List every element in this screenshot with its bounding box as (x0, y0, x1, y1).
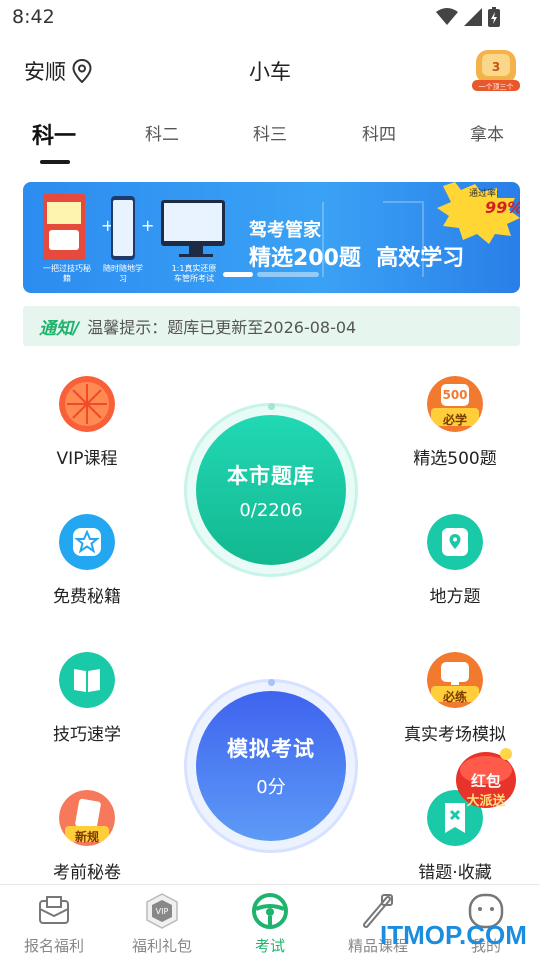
banner-caption-1: 一把过技巧秘籍 (43, 264, 91, 283)
notice-bar[interactable]: 通知/ 温馨提示：题库已更新至2026-08-04 (23, 306, 520, 346)
tab-subject-4[interactable]: 科四 (362, 120, 396, 145)
vip-grapefruit-icon (59, 376, 115, 432)
location-pin-icon (72, 59, 92, 83)
pre-exam-item[interactable]: 新规 考前秘卷 (17, 790, 157, 883)
star-icon (59, 514, 115, 570)
tab-subject-3[interactable]: 科三 (253, 120, 287, 145)
map-pin-icon (427, 514, 483, 570)
wifi-icon (436, 8, 458, 25)
subject-tabs: 科一 科二 科三 科四 拿本 (0, 112, 540, 168)
site-watermark: ITMOP.COM (380, 920, 527, 950)
pass-rate-value: 99% (485, 198, 520, 217)
city-bank-button[interactable]: 本市题库 0/2206 (184, 403, 358, 577)
status-bar: 8:42 (0, 0, 540, 36)
selected-500-item[interactable]: 500 必学 精选500题 (385, 376, 525, 469)
svg-text:+: + (141, 216, 154, 235)
red-packet-float[interactable]: 红包 大派送 (450, 740, 522, 812)
tab-subject-2[interactable]: 科二 (145, 120, 179, 145)
header: 安顺 小车 3 一个顶三个 (0, 44, 540, 94)
vip-course-label: VIP课程 (56, 449, 118, 469)
city-bank-progress: 0/2206 (239, 499, 303, 521)
real-exam-sim-item[interactable]: 必练 真实考场模拟 (385, 652, 525, 745)
nav-exam-label: 考试 (254, 937, 285, 955)
svg-text:VIP: VIP (156, 907, 169, 916)
nav-gift-pack[interactable]: VIP 福利礼包 (108, 891, 216, 956)
errors-favorites-label: 错题·收藏 (418, 863, 492, 883)
car-type-selector[interactable]: 小车 (249, 60, 291, 84)
active-tab-indicator (40, 160, 70, 164)
signal-icon (464, 8, 482, 26)
badge-500: 500 (442, 388, 468, 402)
promo-banner[interactable]: + + 一把过技巧秘籍 随时随地学习 1:1真实还原车管所考试 驾考管家 精选2… (23, 182, 520, 293)
pre-exam-label: 考前秘卷 (53, 863, 121, 883)
banner-caption-2: 随时随地学习 (103, 264, 143, 283)
local-questions-item[interactable]: 地方题 (385, 514, 525, 607)
tab-subject-1[interactable]: 科一 (32, 118, 76, 150)
badge-must-learn: 必学 (442, 413, 467, 427)
steering-wheel-icon (252, 893, 288, 929)
mock-exam-button[interactable]: 模拟考试 0分 (184, 679, 358, 853)
tips-learning-item[interactable]: 技巧速学 (17, 652, 157, 745)
free-secrets-item[interactable]: 免费秘籍 (17, 514, 157, 607)
nav-signup-benefits-label: 报名福利 (23, 937, 84, 955)
local-questions-label: 地方题 (429, 587, 481, 607)
banner-headline: 精选200题 高效学习 (249, 246, 465, 271)
vip-course-item[interactable]: VIP课程 (17, 376, 157, 469)
city-selector[interactable]: 安顺 (24, 56, 92, 86)
vip-hexagon-icon: VIP (146, 893, 178, 929)
badge-must-practice: 必练 (442, 690, 467, 704)
badge-new-rule: 新规 (74, 830, 99, 844)
svg-text:3: 3 (492, 60, 500, 74)
selected-500-label: 精选500题 (413, 449, 497, 469)
tips-learning-label: 技巧速学 (53, 725, 121, 745)
tab-get-license[interactable]: 拿本 (470, 120, 504, 145)
red-packet-line2: 大派送 (466, 794, 506, 809)
status-time: 8:42 (12, 6, 55, 28)
promo-badge-icon[interactable]: 3 一个顶三个 (472, 48, 520, 92)
banner-caption-3: 1:1真实还原车管所考试 (171, 264, 217, 283)
notice-text: 温馨提示：题库已更新至2026-08-04 (87, 318, 357, 337)
book-icon (59, 652, 115, 708)
nav-exam[interactable]: 考试 (216, 891, 324, 956)
notice-tag: 通知/ (39, 318, 80, 339)
red-packet-line1: 红包 (470, 772, 501, 790)
city-bank-title: 本市题库 (227, 463, 315, 488)
free-secrets-label: 免费秘籍 (53, 587, 121, 607)
nav-gift-pack-label: 福利礼包 (131, 937, 192, 955)
banner-brand: 驾考管家 (249, 220, 321, 241)
nav-signup-benefits[interactable]: 报名福利 (0, 891, 108, 956)
city-label: 安顺 (24, 60, 66, 84)
promo-badge-text: 一个顶三个 (479, 83, 514, 91)
battery-icon (488, 7, 500, 27)
status-icons (436, 7, 500, 27)
mock-exam-score: 0分 (256, 777, 286, 798)
envelope-icon (39, 896, 69, 924)
mock-exam-title: 模拟考试 (227, 737, 315, 761)
banner-pagination (223, 272, 319, 277)
